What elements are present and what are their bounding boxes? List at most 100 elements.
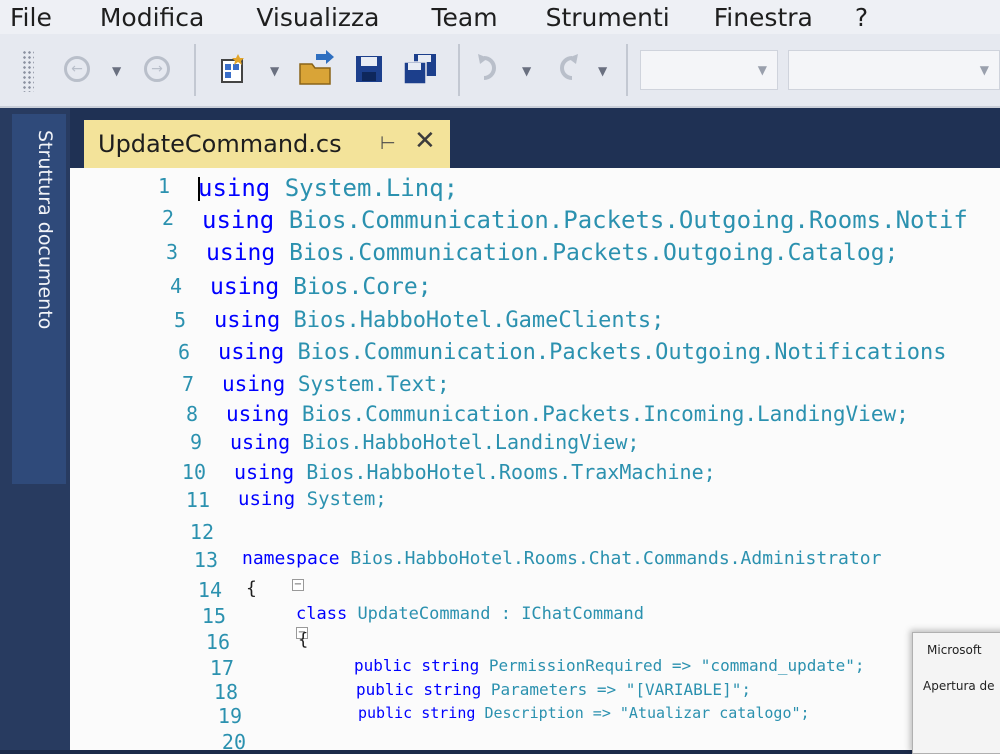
line-number: 4: [169, 274, 182, 298]
redo-button[interactable]: [550, 52, 582, 86]
code-identifier: Bios.Communication.Packets.Incoming.Land…: [301, 402, 909, 426]
redo-dropdown-icon[interactable]: ▼: [598, 64, 607, 78]
code-brace: {: [298, 630, 309, 650]
code-keyword: using: [234, 460, 295, 484]
code-keyword: public string: [358, 704, 476, 722]
line-number: 3: [165, 240, 178, 264]
line-number: 13: [193, 548, 218, 572]
menu-visualizza[interactable]: Visualizza: [256, 3, 379, 32]
undo-icon: [478, 54, 496, 80]
document-outline-tab[interactable]: Struttura documento: [12, 114, 66, 484]
tab-title: UpdateCommand.cs: [98, 130, 342, 158]
notification-popup[interactable]: Microsoft Apertura de: [912, 632, 1000, 754]
close-icon[interactable]: ✕: [414, 126, 436, 156]
line-number: 10: [181, 460, 206, 484]
line-number: 6: [177, 340, 190, 364]
save-all-button[interactable]: [402, 52, 438, 86]
solution-platform-select[interactable]: ▼: [788, 50, 1000, 90]
code-keyword: public string: [356, 680, 482, 699]
menu-strumenti[interactable]: Strumenti: [546, 3, 670, 32]
code-text: public string PermissionRequired => "com…: [354, 656, 865, 675]
back-button[interactable]: ←: [64, 56, 90, 82]
code-identifier: Bios.HabboHotel.Rooms.TraxMachine;: [306, 460, 716, 484]
code-identifier: PermissionRequired => "command_update";: [488, 656, 865, 675]
toolbar: ← ▼ → ▼ ▼ ▼ ▼ ▼: [0, 34, 1000, 108]
code-editor[interactable]: − − 1 using System.Linq; 2 using Bios.Commu…: [70, 168, 1000, 750]
menu-file[interactable]: File: [10, 3, 52, 32]
forward-button[interactable]: →: [144, 56, 170, 82]
new-project-button[interactable]: [216, 52, 250, 86]
code-text: using Bios.HabboHotel.LandingView;: [230, 430, 639, 454]
code-keyword: using: [222, 372, 286, 396]
solution-configuration-select[interactable]: ▼: [640, 50, 778, 90]
code-text: using Bios.Core;: [210, 274, 432, 300]
menu-help[interactable]: ?: [855, 3, 868, 32]
code-text: using System.Linq;: [198, 174, 458, 202]
line-number: 17: [209, 656, 234, 680]
code-text: namespace Bios.HabboHotel.Rooms.Chat.Com…: [242, 548, 881, 569]
new-project-dropdown-icon[interactable]: ▼: [270, 64, 279, 78]
save-button[interactable]: [354, 54, 384, 84]
toolbar-grip[interactable]: [22, 50, 34, 92]
document-outline-panel: Struttura documento: [0, 108, 70, 750]
redo-icon: [560, 54, 578, 80]
code-identifier: Bios.HabboHotel.Rooms.Chat.Commands.Admi…: [350, 548, 882, 569]
code-text: using Bios.Communication.Packets.Outgoin…: [202, 206, 968, 234]
code-identifier: Bios.HabboHotel.LandingView;: [302, 430, 640, 454]
code-keyword: namespace: [242, 548, 340, 569]
code-text: public string Parameters => "[VARIABLE]"…: [356, 680, 751, 699]
line-number: 11: [185, 488, 210, 512]
open-folder-icon: [299, 50, 334, 85]
save-icon: [356, 56, 382, 82]
line-number: 18: [213, 680, 238, 704]
code-identifier: Description => "Atualizar catalogo";: [484, 704, 810, 722]
code-keyword: using: [202, 206, 275, 234]
code-keyword: using: [214, 308, 281, 333]
tab-updatecommand[interactable]: UpdateCommand.cs ⊢ ✕: [84, 120, 450, 168]
line-number: 19: [217, 704, 242, 728]
toolbar-separator: [626, 44, 628, 96]
line-number: 7: [181, 372, 194, 396]
code-identifier: Bios.Core;: [293, 274, 432, 300]
code-text: public string Description => "Atualizar …: [358, 704, 810, 722]
toolbar-separator: [458, 44, 460, 96]
back-dropdown-icon[interactable]: ▼: [112, 64, 121, 78]
code-keyword: public string: [354, 656, 480, 675]
menu-finestra[interactable]: Finestra: [714, 3, 813, 32]
document-outline-label: Struttura documento: [34, 130, 56, 330]
line-number: 8: [185, 402, 198, 426]
menu-team[interactable]: Team: [432, 3, 498, 32]
undo-dropdown-icon[interactable]: ▼: [522, 64, 531, 78]
code-identifier: System.Text;: [297, 372, 450, 396]
code-keyword: using: [230, 430, 291, 454]
menu-bar: File Modifica Visualizza Team Strumenti …: [0, 0, 1000, 34]
chevron-down-icon: ▼: [979, 63, 989, 77]
code-text: using System.Text;: [222, 372, 450, 396]
line-number: 5: [173, 308, 186, 332]
code-identifier: Bios.Communication.Packets.Outgoing.Cata…: [289, 240, 899, 266]
line-number: 9: [189, 430, 202, 454]
collapse-icon[interactable]: −: [292, 579, 304, 591]
code-keyword: using: [226, 402, 290, 426]
code-text: using Bios.Communication.Packets.Outgoin…: [218, 340, 947, 365]
code-identifier: System;: [306, 488, 387, 510]
popup-title: Microsoft: [927, 643, 982, 657]
code-keyword: using: [206, 240, 276, 266]
save-all-icon: [403, 54, 436, 85]
code-text: using Bios.HabboHotel.Rooms.TraxMachine;: [234, 460, 716, 484]
line-number: 2: [161, 206, 174, 230]
code-identifier: Bios.Communication.Packets.Outgoing.Noti…: [297, 340, 947, 365]
line-number: 15: [201, 604, 226, 628]
forward-arrow-icon: →: [144, 56, 170, 82]
code-text: using System;: [238, 488, 387, 510]
line-number: 1: [157, 174, 170, 198]
popup-text: Apertura de: [923, 679, 995, 693]
undo-button[interactable]: [474, 52, 506, 86]
code-keyword: using: [198, 174, 271, 202]
open-button[interactable]: [296, 50, 336, 88]
code-text: using Bios.Communication.Packets.Outgoin…: [206, 240, 898, 266]
menu-modifica[interactable]: Modifica: [100, 3, 205, 32]
toolbar-separator: [194, 44, 196, 96]
pin-icon[interactable]: ⊢: [380, 133, 396, 154]
code-keyword: using: [210, 274, 280, 300]
